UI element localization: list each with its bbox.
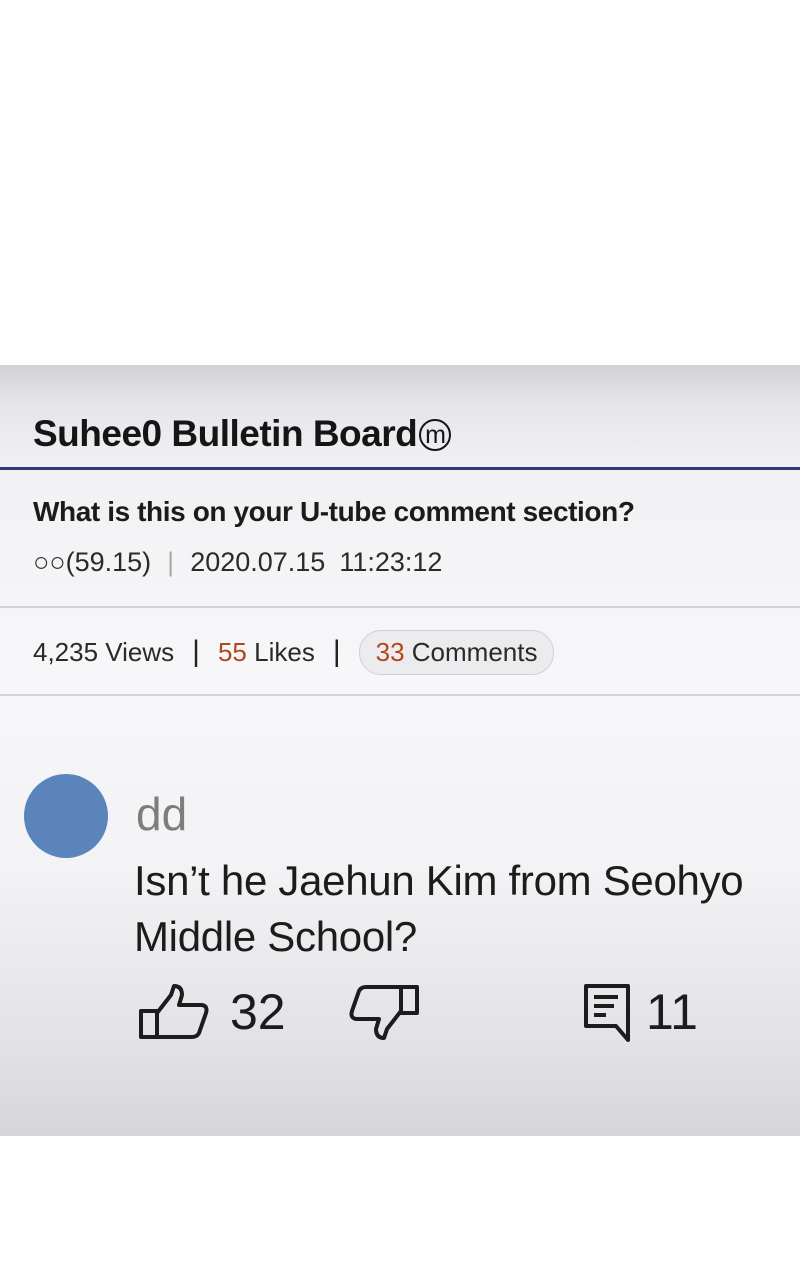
- thumbs-up-icon: [138, 983, 210, 1041]
- thumbs-down-icon: [348, 983, 420, 1041]
- post-title[interactable]: What is this on your U-tube comment sect…: [33, 496, 635, 528]
- bulletin-board-panel: Suhee0 Bulletin Board m What is this on y…: [0, 365, 800, 1136]
- board-title[interactable]: Suhee0 Bulletin Board m: [33, 413, 452, 455]
- post-time: 11:23:12: [339, 547, 443, 577]
- reply-button[interactable]: 11: [582, 982, 698, 1042]
- meta-separator: |: [167, 547, 175, 577]
- comments-button[interactable]: 33 Comments: [358, 629, 555, 675]
- board-badge-icon: m: [419, 419, 452, 451]
- avatar[interactable]: [24, 774, 108, 858]
- section-divider: [0, 694, 800, 696]
- likes-count: 55: [217, 636, 247, 667]
- reply-count: 11: [646, 984, 698, 1040]
- reply-comment-icon: [582, 982, 632, 1042]
- stats-separator: |: [192, 635, 200, 668]
- comment-text: Isn’t he Jaehun Kim from Seohyo Middle S…: [134, 857, 744, 960]
- post-meta: ○○(59.15) | 2020.07.15 11:23:12: [33, 547, 442, 578]
- likes-stat: 55 Likes: [218, 637, 315, 668]
- board-title-text: Suhee0 Bulletin Board: [33, 413, 418, 454]
- like-button[interactable]: 32: [138, 982, 286, 1042]
- post-author[interactable]: ○○(59.15): [33, 547, 151, 577]
- like-count: 32: [230, 984, 286, 1040]
- comments-label: Comments: [411, 636, 538, 667]
- comments-count: 33: [375, 636, 405, 667]
- stats-separator: |: [332, 635, 341, 668]
- views-count: 4,235 Views: [33, 636, 175, 667]
- likes-label: Likes: [254, 636, 315, 667]
- comment-author[interactable]: dd: [136, 787, 187, 841]
- title-divider: [0, 467, 800, 470]
- post-date: 2020.07.15: [190, 547, 326, 577]
- dislike-button[interactable]: [348, 982, 420, 1042]
- post-stats: 4,235 Views | 55 Likes | 33 Comments: [33, 629, 555, 675]
- section-divider: [0, 606, 800, 608]
